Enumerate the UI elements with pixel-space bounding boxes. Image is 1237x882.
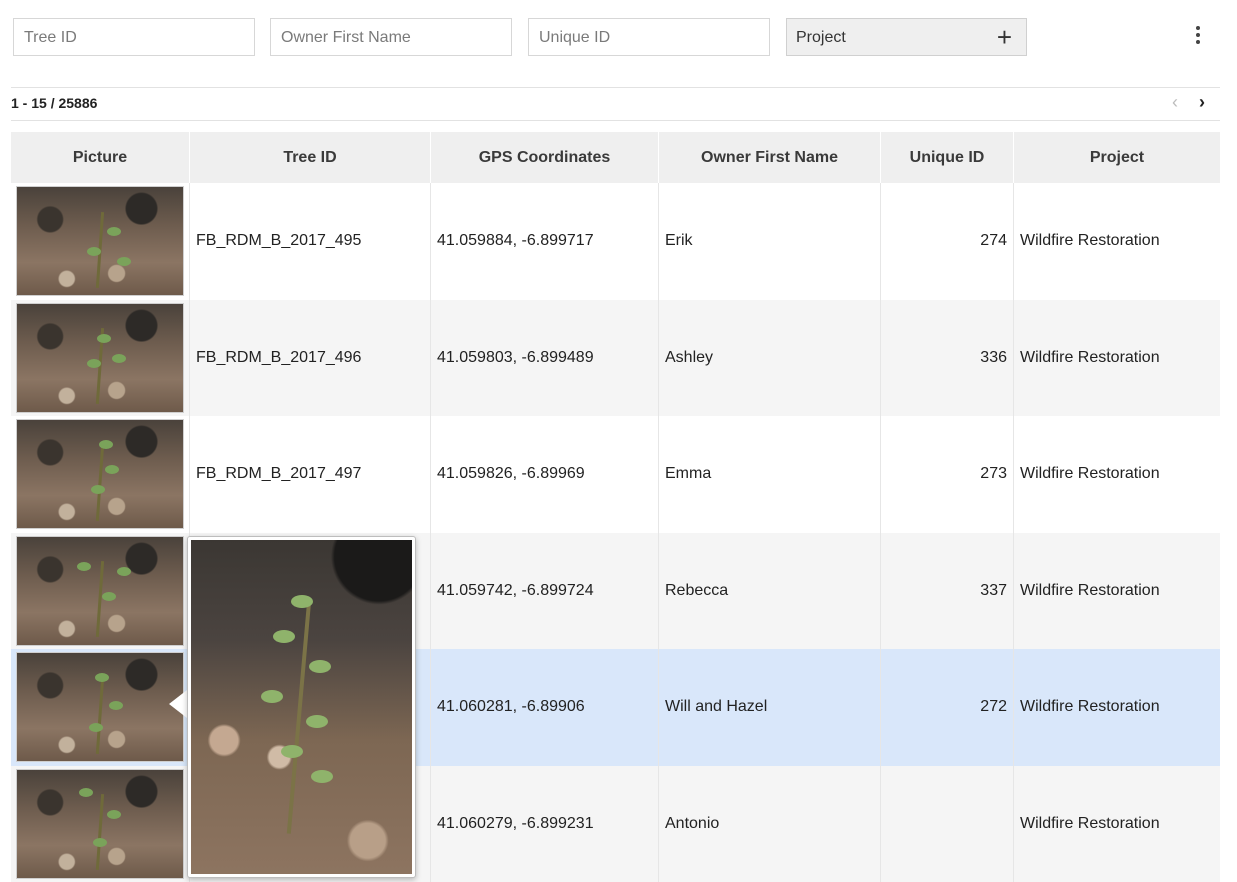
tree-thumbnail[interactable] [16,652,184,763]
column-header-gps[interactable]: GPS Coordinates [431,132,659,183]
project-filter-label: Project [796,29,846,46]
project-cell: Wildfire Restoration [1020,232,1160,250]
owner-cell: Rebecca [659,532,881,649]
tree-id-cell: FB_RDM_B_2017_496 [190,299,431,416]
owner-cell: Antonio [659,765,881,882]
more-options-icon[interactable] [1188,24,1208,50]
add-icon[interactable]: + [997,19,1012,55]
picture-cell[interactable] [11,765,190,882]
owner-cell: Will and Hazel [659,649,881,766]
table-row[interactable]: FB_RDM_B_2017_495 41.059884, -6.899717 E… [11,183,1220,300]
unique-id-cell: 337 [881,532,1014,649]
project-cell: Wildfire Restoration [1020,698,1160,716]
gps-cell: 41.060281, -6.89906 [431,649,659,766]
project-filter-button[interactable]: Project + [786,18,1027,56]
divider [11,87,1220,88]
picture-cell[interactable] [11,532,190,649]
owner-first-name-input[interactable] [281,20,501,56]
next-page-icon[interactable]: › [1199,92,1205,113]
table-row[interactable]: FB_RDM_B_2017_496 41.059803, -6.899489 A… [11,299,1220,416]
project-cell: Wildfire Restoration [1020,581,1160,599]
owner-filter[interactable] [270,18,512,56]
tree-id-cell: FB_RDM_B_2017_497 [190,416,431,533]
unique-id-filter[interactable] [528,18,770,56]
unique-id-input[interactable] [539,20,759,56]
tree-thumbnail[interactable] [16,302,184,413]
project-cell: Wildfire Restoration [1020,348,1160,366]
column-header-picture[interactable]: Picture [11,132,190,183]
gps-cell: 41.060279, -6.899231 [431,765,659,882]
column-header-unique-id[interactable]: Unique ID [881,132,1014,183]
column-header-owner[interactable]: Owner First Name [659,132,881,183]
project-cell: Wildfire Restoration [1020,814,1160,832]
project-cell: Wildfire Restoration [1020,465,1160,483]
unique-id-cell: 273 [881,416,1014,533]
image-preview-popup[interactable] [187,536,416,878]
tree-thumbnail[interactable] [16,186,184,297]
gps-cell: 41.059884, -6.899717 [431,183,659,300]
tree-id-filter[interactable] [13,18,255,56]
picture-cell[interactable] [11,649,190,766]
table-header: Picture Tree ID GPS Coordinates Owner Fi… [11,132,1220,183]
unique-id-cell: 336 [881,299,1014,416]
column-header-tree-id[interactable]: Tree ID [190,132,431,183]
divider [11,120,1220,121]
picture-cell[interactable] [11,416,190,533]
column-header-project[interactable]: Project [1014,132,1220,183]
tree-preview-image [191,540,412,874]
popup-pointer [169,690,187,718]
unique-id-cell [881,765,1014,882]
table-row[interactable]: FB_RDM_B_2017_497 41.059826, -6.89969 Em… [11,416,1220,533]
tree-thumbnail[interactable] [16,419,184,530]
tree-id-input[interactable] [24,20,244,56]
unique-id-cell: 274 [881,183,1014,300]
owner-cell: Erik [659,183,881,300]
owner-cell: Emma [659,416,881,533]
gps-cell: 41.059803, -6.899489 [431,299,659,416]
owner-cell: Ashley [659,299,881,416]
picture-cell[interactable] [11,299,190,416]
prev-page-icon[interactable]: ‹ [1172,92,1178,113]
picture-cell[interactable] [11,183,190,300]
gps-cell: 41.059826, -6.89969 [431,416,659,533]
tree-thumbnail[interactable] [16,768,184,879]
unique-id-cell: 272 [881,649,1014,766]
tree-id-cell: FB_RDM_B_2017_495 [190,183,431,300]
pagination-range: 1 - 15 / 25886 [11,95,98,111]
gps-cell: 41.059742, -6.899724 [431,532,659,649]
tree-thumbnail[interactable] [16,535,184,646]
